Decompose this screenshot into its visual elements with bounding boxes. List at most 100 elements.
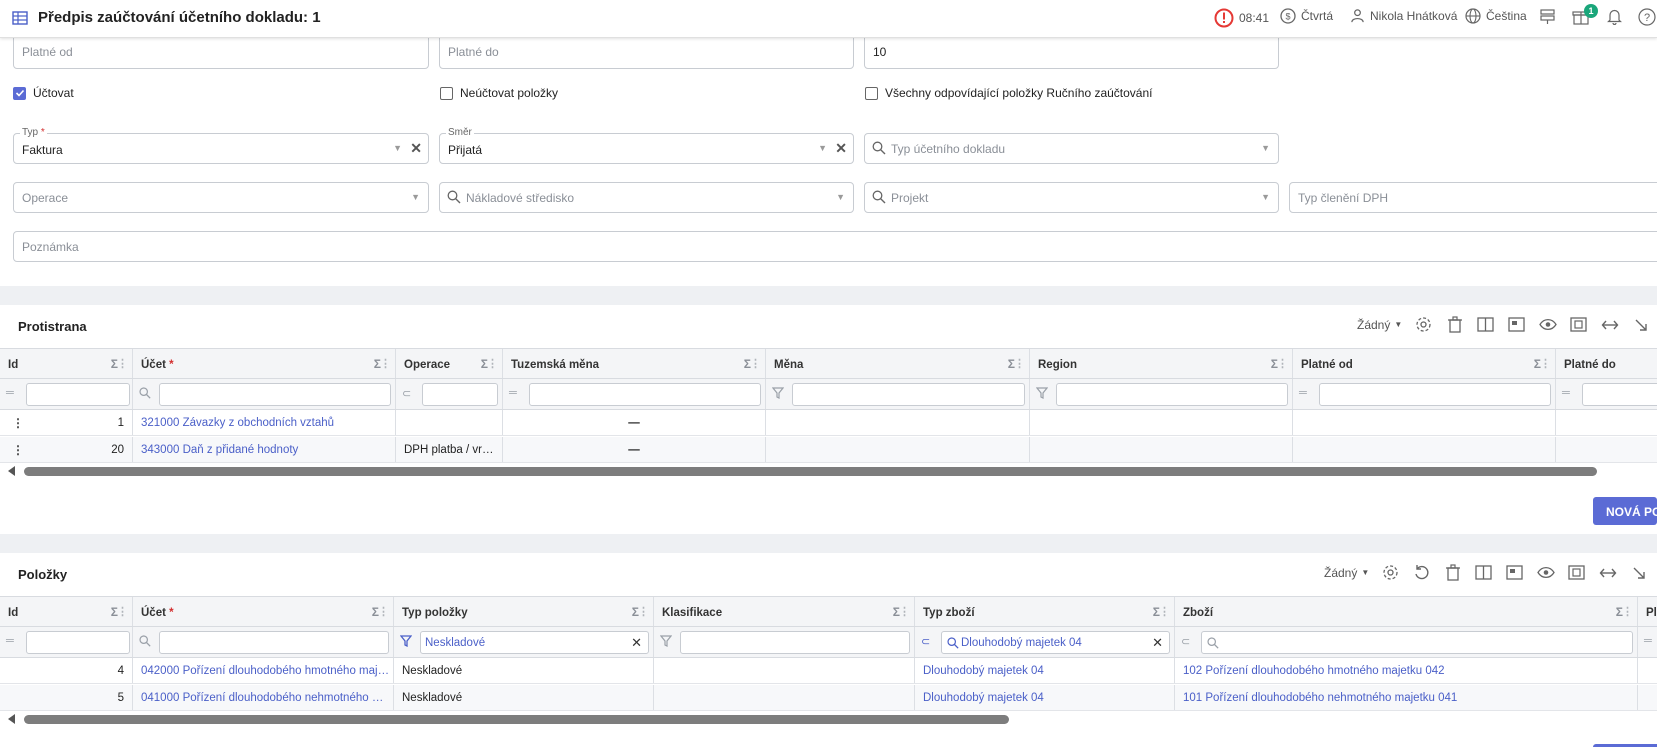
cell-zbozi-link[interactable]: 102 Pořízení dlouhodobého hmotného majet… xyxy=(1175,658,1638,683)
uctovat-checkbox[interactable]: Účtovat xyxy=(13,86,74,100)
signpost-icon[interactable] xyxy=(1539,8,1556,25)
delete-icon[interactable] xyxy=(1437,564,1468,581)
day-indicator[interactable]: $ Čtvrtá xyxy=(1280,8,1333,24)
expand-horizontal-icon[interactable] xyxy=(1594,319,1625,331)
clear-icon[interactable]: ✕ xyxy=(410,140,422,157)
filter-input-ucet[interactable] xyxy=(159,631,389,654)
language-selector[interactable]: Čeština xyxy=(1465,8,1527,24)
column-header-typ-polozky[interactable]: Typ položky Σ ⋮ xyxy=(394,597,654,626)
filter-input-tuzemska[interactable] xyxy=(529,383,761,406)
filter-input-operace[interactable] xyxy=(422,383,498,406)
filter-icon[interactable] xyxy=(771,387,785,402)
scroll-left-icon[interactable] xyxy=(8,466,15,476)
typ-dokladu-select[interactable]: Typ účetního dokladu ▼ xyxy=(864,133,1279,164)
column-menu-icon[interactable]: ⋮ xyxy=(380,357,391,370)
search-icon[interactable] xyxy=(139,635,151,650)
vsechny-checkbox[interactable]: Všechny odpovídající položky Ručního zaú… xyxy=(865,86,1153,100)
equals-icon[interactable]: ═ xyxy=(1299,387,1307,399)
column-header-ucet[interactable]: Účet * Σ ⋮ xyxy=(133,349,396,378)
undo-icon[interactable] xyxy=(1406,564,1437,581)
cell-typ-zbozi-link[interactable]: Dlouhodobý majetek 04 xyxy=(915,658,1175,683)
nakladove-select[interactable]: Nákladové středisko ▼ xyxy=(439,182,854,213)
columns-icon[interactable] xyxy=(1468,565,1499,580)
cell-zbozi-link[interactable]: 101 Pořízení dlouhodobého nehmotného maj… xyxy=(1175,685,1638,710)
column-header-id[interactable]: Id Σ ⋮ xyxy=(0,597,133,626)
column-menu-icon[interactable]: ⋮ xyxy=(1014,357,1025,370)
filter-input-platne-od[interactable] xyxy=(1319,383,1551,406)
new-item-button[interactable]: NOVÁ PO xyxy=(1593,497,1657,525)
column-header-platne-do[interactable]: Platné do xyxy=(1556,349,1657,378)
subset-icon[interactable]: ⊂ xyxy=(1181,635,1190,648)
cell-ucet-link[interactable]: 343000 Daň z přidané hodnoty xyxy=(133,437,396,462)
table-row[interactable]: ⋮ 1 321000 Závazky z obchodních vztahů — xyxy=(0,410,1657,436)
column-menu-icon[interactable]: ⋮ xyxy=(117,605,128,618)
fullscreen-icon[interactable] xyxy=(1561,565,1592,580)
view-selector[interactable]: Žádný ▼ xyxy=(1324,566,1369,580)
neuctovat-checkbox[interactable]: Neúčtovat položky xyxy=(440,86,558,100)
column-menu-icon[interactable]: ⋮ xyxy=(750,357,761,370)
scrollbar-thumb[interactable] xyxy=(24,715,1009,724)
clear-icon[interactable]: ✕ xyxy=(631,635,642,651)
filter-input-ucet[interactable] xyxy=(159,383,391,406)
column-header-region[interactable]: Region Σ ⋮ xyxy=(1030,349,1293,378)
column-header-klasifikace[interactable]: Klasifikace Σ ⋮ xyxy=(654,597,915,626)
search-icon[interactable] xyxy=(139,387,151,402)
settings-icon[interactable] xyxy=(1375,564,1406,581)
column-menu-icon[interactable]: ⋮ xyxy=(1540,357,1551,370)
expand-horizontal-icon[interactable] xyxy=(1592,567,1623,579)
fullscreen-icon[interactable] xyxy=(1563,317,1594,332)
column-header-ucet[interactable]: Účet * Σ ⋮ xyxy=(133,597,394,626)
view-selector[interactable]: Žádný ▼ xyxy=(1357,318,1402,332)
filter-input-mena[interactable] xyxy=(792,383,1025,406)
columns-icon[interactable] xyxy=(1470,317,1501,332)
equals-icon[interactable]: ═ xyxy=(509,387,517,399)
clear-icon[interactable]: ✕ xyxy=(835,140,847,157)
filter-input-typ-zbozi[interactable]: Dlouhodobý majetek 04 ✕ xyxy=(941,631,1170,654)
column-menu-icon[interactable]: ⋮ xyxy=(1622,605,1633,618)
filter-icon[interactable] xyxy=(1035,387,1049,402)
user-menu[interactable]: Nikola Hnátková xyxy=(1350,8,1457,23)
column-menu-icon[interactable]: ⋮ xyxy=(638,605,649,618)
help-icon[interactable]: ? xyxy=(1638,8,1656,26)
scroll-left-icon[interactable] xyxy=(8,714,15,724)
filter-active-icon[interactable] xyxy=(399,635,413,650)
table-icon[interactable] xyxy=(12,10,28,29)
column-header-pl[interactable]: Pl xyxy=(1638,597,1657,626)
layout-icon[interactable] xyxy=(1501,317,1532,332)
layout-icon[interactable] xyxy=(1499,565,1530,580)
column-menu-icon[interactable]: ⋮ xyxy=(1277,357,1288,370)
column-header-operace[interactable]: Operace Σ ⋮ xyxy=(396,349,503,378)
cell-typ-zbozi-link[interactable]: Dlouhodobý majetek 04 xyxy=(915,685,1175,710)
column-header-mena[interactable]: Měna Σ ⋮ xyxy=(766,349,1030,378)
filter-input-platne-do[interactable] xyxy=(1582,383,1657,406)
subset-icon[interactable]: ⊂ xyxy=(402,387,411,400)
horizontal-scrollbar[interactable] xyxy=(0,712,1657,726)
table-row[interactable]: 4 042000 Pořízení dlouhodobého hmotného … xyxy=(0,658,1657,684)
equals-icon[interactable]: ═ xyxy=(6,635,14,647)
filter-input-region[interactable] xyxy=(1056,383,1288,406)
filter-icon[interactable] xyxy=(659,635,673,650)
eye-icon[interactable] xyxy=(1530,566,1561,579)
column-menu-icon[interactable]: ⋮ xyxy=(117,357,128,370)
table-row[interactable]: ⋮ 20 343000 Daň z přidané hodnoty DPH pl… xyxy=(0,437,1657,463)
horizontal-scrollbar[interactable] xyxy=(0,464,1657,478)
column-menu-icon[interactable]: ⋮ xyxy=(899,605,910,618)
column-header-tuzemska-mena[interactable]: Tuzemská měna Σ ⋮ xyxy=(503,349,766,378)
operace-select[interactable]: Operace ▼ xyxy=(13,182,429,213)
settings-icon[interactable] xyxy=(1408,316,1439,333)
column-menu-icon[interactable]: ⋮ xyxy=(378,605,389,618)
bell-icon[interactable] xyxy=(1606,8,1623,25)
cell-ucet-link[interactable]: 321000 Závazky z obchodních vztahů xyxy=(133,410,396,435)
cell-ucet-link[interactable]: 041000 Pořízení dlouhodobého nehmotného … xyxy=(133,685,394,710)
column-header-typ-zbozi[interactable]: Typ zboží Σ ⋮ xyxy=(915,597,1175,626)
smer-select[interactable]: Směr Přijatá ▼ ✕ xyxy=(439,127,854,164)
delete-icon[interactable] xyxy=(1439,316,1470,333)
column-header-id[interactable]: Id Σ ⋮ xyxy=(0,349,133,378)
column-menu-icon[interactable]: ⋮ xyxy=(487,357,498,370)
filter-input-id[interactable] xyxy=(26,631,130,654)
collapse-icon[interactable] xyxy=(1625,318,1656,332)
scrollbar-thumb[interactable] xyxy=(24,467,1597,476)
filter-input-klasifikace[interactable] xyxy=(680,631,910,654)
cell-ucet-link[interactable]: 042000 Pořízení dlouhodobého hmotného ma… xyxy=(133,658,394,683)
clear-icon[interactable]: ✕ xyxy=(1152,635,1163,651)
